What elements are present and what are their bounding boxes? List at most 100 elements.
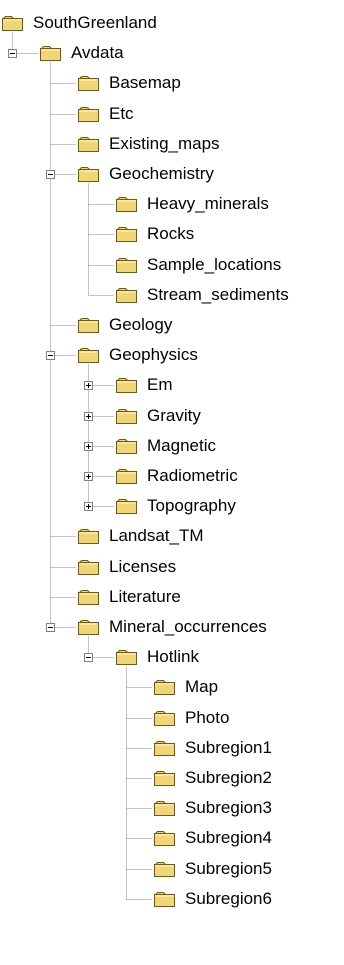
- folder-icon: [154, 801, 175, 816]
- tree-node[interactable]: Heavy_minerals: [116, 192, 269, 216]
- tree-node-label: Subregion3: [185, 798, 272, 817]
- tree-node[interactable]: Avdata: [40, 41, 124, 65]
- collapse-toggle-icon[interactable]: [46, 623, 55, 632]
- tree-node[interactable]: Sample_locations: [116, 253, 281, 277]
- folder-icon: [116, 439, 137, 454]
- folder-icon: [154, 892, 175, 907]
- folder-icon: [116, 499, 137, 514]
- folder-icon: [116, 469, 137, 484]
- tree-node-label: Heavy_minerals: [147, 194, 269, 213]
- tree-node[interactable]: Basemap: [78, 71, 181, 95]
- folder-icon: [154, 711, 175, 726]
- tree-node[interactable]: Literature: [78, 585, 181, 609]
- tree-node-label: Gravity: [147, 406, 201, 425]
- folder-icon: [78, 318, 99, 333]
- tree-node-label: Topography: [147, 496, 236, 515]
- tree-node[interactable]: Etc: [78, 102, 134, 126]
- tree-node[interactable]: Em: [116, 373, 173, 397]
- folder-icon: [78, 529, 99, 544]
- tree-node-label: SouthGreenland: [33, 13, 157, 32]
- tree-node-label: Literature: [109, 587, 181, 606]
- folder-icon: [78, 590, 99, 605]
- folder-icon: [2, 16, 23, 31]
- folder-icon: [116, 258, 137, 273]
- folder-icon: [78, 107, 99, 122]
- tree-node[interactable]: Photo: [154, 706, 229, 730]
- tree-node-label: Subregion1: [185, 738, 272, 757]
- tree-node-label: Subregion6: [185, 889, 272, 908]
- tree-node[interactable]: Radiometric: [116, 464, 238, 488]
- tree-node[interactable]: Landsat_TM: [78, 524, 204, 548]
- collapse-toggle-icon[interactable]: [8, 49, 17, 58]
- folder-icon: [78, 620, 99, 635]
- folder-icon: [116, 227, 137, 242]
- tree-node-label: Existing_maps: [109, 134, 220, 153]
- folder-icon: [154, 831, 175, 846]
- folder-icon: [40, 46, 61, 61]
- folder-icon: [78, 76, 99, 91]
- folder-icon: [154, 680, 175, 695]
- tree-node-label: Rocks: [147, 224, 195, 243]
- tree-node-label: Photo: [185, 708, 230, 727]
- folder-icon: [116, 378, 137, 393]
- tree-node[interactable]: Subregion1: [154, 736, 272, 760]
- tree-node[interactable]: Map: [154, 675, 218, 699]
- tree-node-label: Map: [185, 677, 219, 696]
- tree-node[interactable]: Mineral_occurrences: [78, 615, 267, 639]
- tree-node[interactable]: Subregion6: [154, 887, 272, 911]
- tree-node-label: Geophysics: [109, 345, 198, 364]
- tree-node-label: Geology: [109, 315, 173, 334]
- tree-node-label: Etc: [109, 104, 134, 123]
- expand-toggle-icon[interactable]: [84, 381, 93, 390]
- collapse-toggle-icon[interactable]: [46, 170, 55, 179]
- tree-node[interactable]: Subregion2: [154, 766, 272, 790]
- tree-node-label: Radiometric: [147, 466, 238, 485]
- tree-node[interactable]: Geology: [78, 313, 172, 337]
- expand-toggle-icon[interactable]: [84, 472, 93, 481]
- tree-node-label: Avdata: [71, 43, 124, 62]
- collapse-toggle-icon[interactable]: [84, 653, 93, 662]
- tree-node[interactable]: Geophysics: [78, 343, 198, 367]
- tree-node-label: Mineral_occurrences: [109, 617, 267, 636]
- folder-icon: [116, 409, 137, 424]
- tree-node[interactable]: Gravity: [116, 404, 201, 428]
- folder-icon: [116, 288, 137, 303]
- collapse-toggle-icon[interactable]: [46, 351, 55, 360]
- expand-toggle-icon[interactable]: [84, 412, 93, 421]
- folder-icon: [154, 741, 175, 756]
- tree-node[interactable]: Subregion3: [154, 796, 272, 820]
- tree-node[interactable]: SouthGreenland: [2, 11, 157, 35]
- tree-node-label: Subregion4: [185, 828, 272, 847]
- tree-node-label: Subregion2: [185, 768, 272, 787]
- folder-icon: [154, 862, 175, 877]
- tree-node-label: Subregion5: [185, 859, 272, 878]
- tree-node-label: Landsat_TM: [109, 526, 204, 545]
- tree-node-label: Magnetic: [147, 436, 216, 455]
- folder-icon: [78, 348, 99, 363]
- folder-icon: [154, 771, 175, 786]
- folder-icon: [78, 137, 99, 152]
- tree-node[interactable]: Stream_sediments: [116, 283, 289, 307]
- tree-node-label: Basemap: [109, 73, 181, 92]
- tree-node-label: Geochemistry: [109, 164, 214, 183]
- tree-node[interactable]: Rocks: [116, 222, 194, 246]
- tree-node[interactable]: Subregion5: [154, 857, 272, 881]
- folder-icon: [116, 197, 137, 212]
- tree-node-label: Em: [147, 375, 173, 394]
- tree-node-label: Licenses: [109, 557, 177, 576]
- tree-node-label: Hotlink: [147, 647, 199, 666]
- tree-node[interactable]: Hotlink: [116, 645, 199, 669]
- tree-node[interactable]: Geochemistry: [78, 162, 214, 186]
- tree-node[interactable]: Topography: [116, 494, 236, 518]
- folder-icon: [116, 650, 137, 665]
- expand-toggle-icon[interactable]: [84, 502, 93, 511]
- tree-node-label: Sample_locations: [147, 255, 282, 274]
- tree-node[interactable]: Subregion4: [154, 826, 272, 850]
- tree-node[interactable]: Licenses: [78, 555, 176, 579]
- expand-toggle-icon[interactable]: [84, 442, 93, 451]
- folder-icon: [78, 167, 99, 182]
- tree-node[interactable]: Magnetic: [116, 434, 216, 458]
- folder-tree: SouthGreenland Avdata Basemap Etc Existing_m…: [0, 0, 344, 965]
- tree-node[interactable]: Existing_maps: [78, 132, 220, 156]
- folder-icon: [78, 560, 99, 575]
